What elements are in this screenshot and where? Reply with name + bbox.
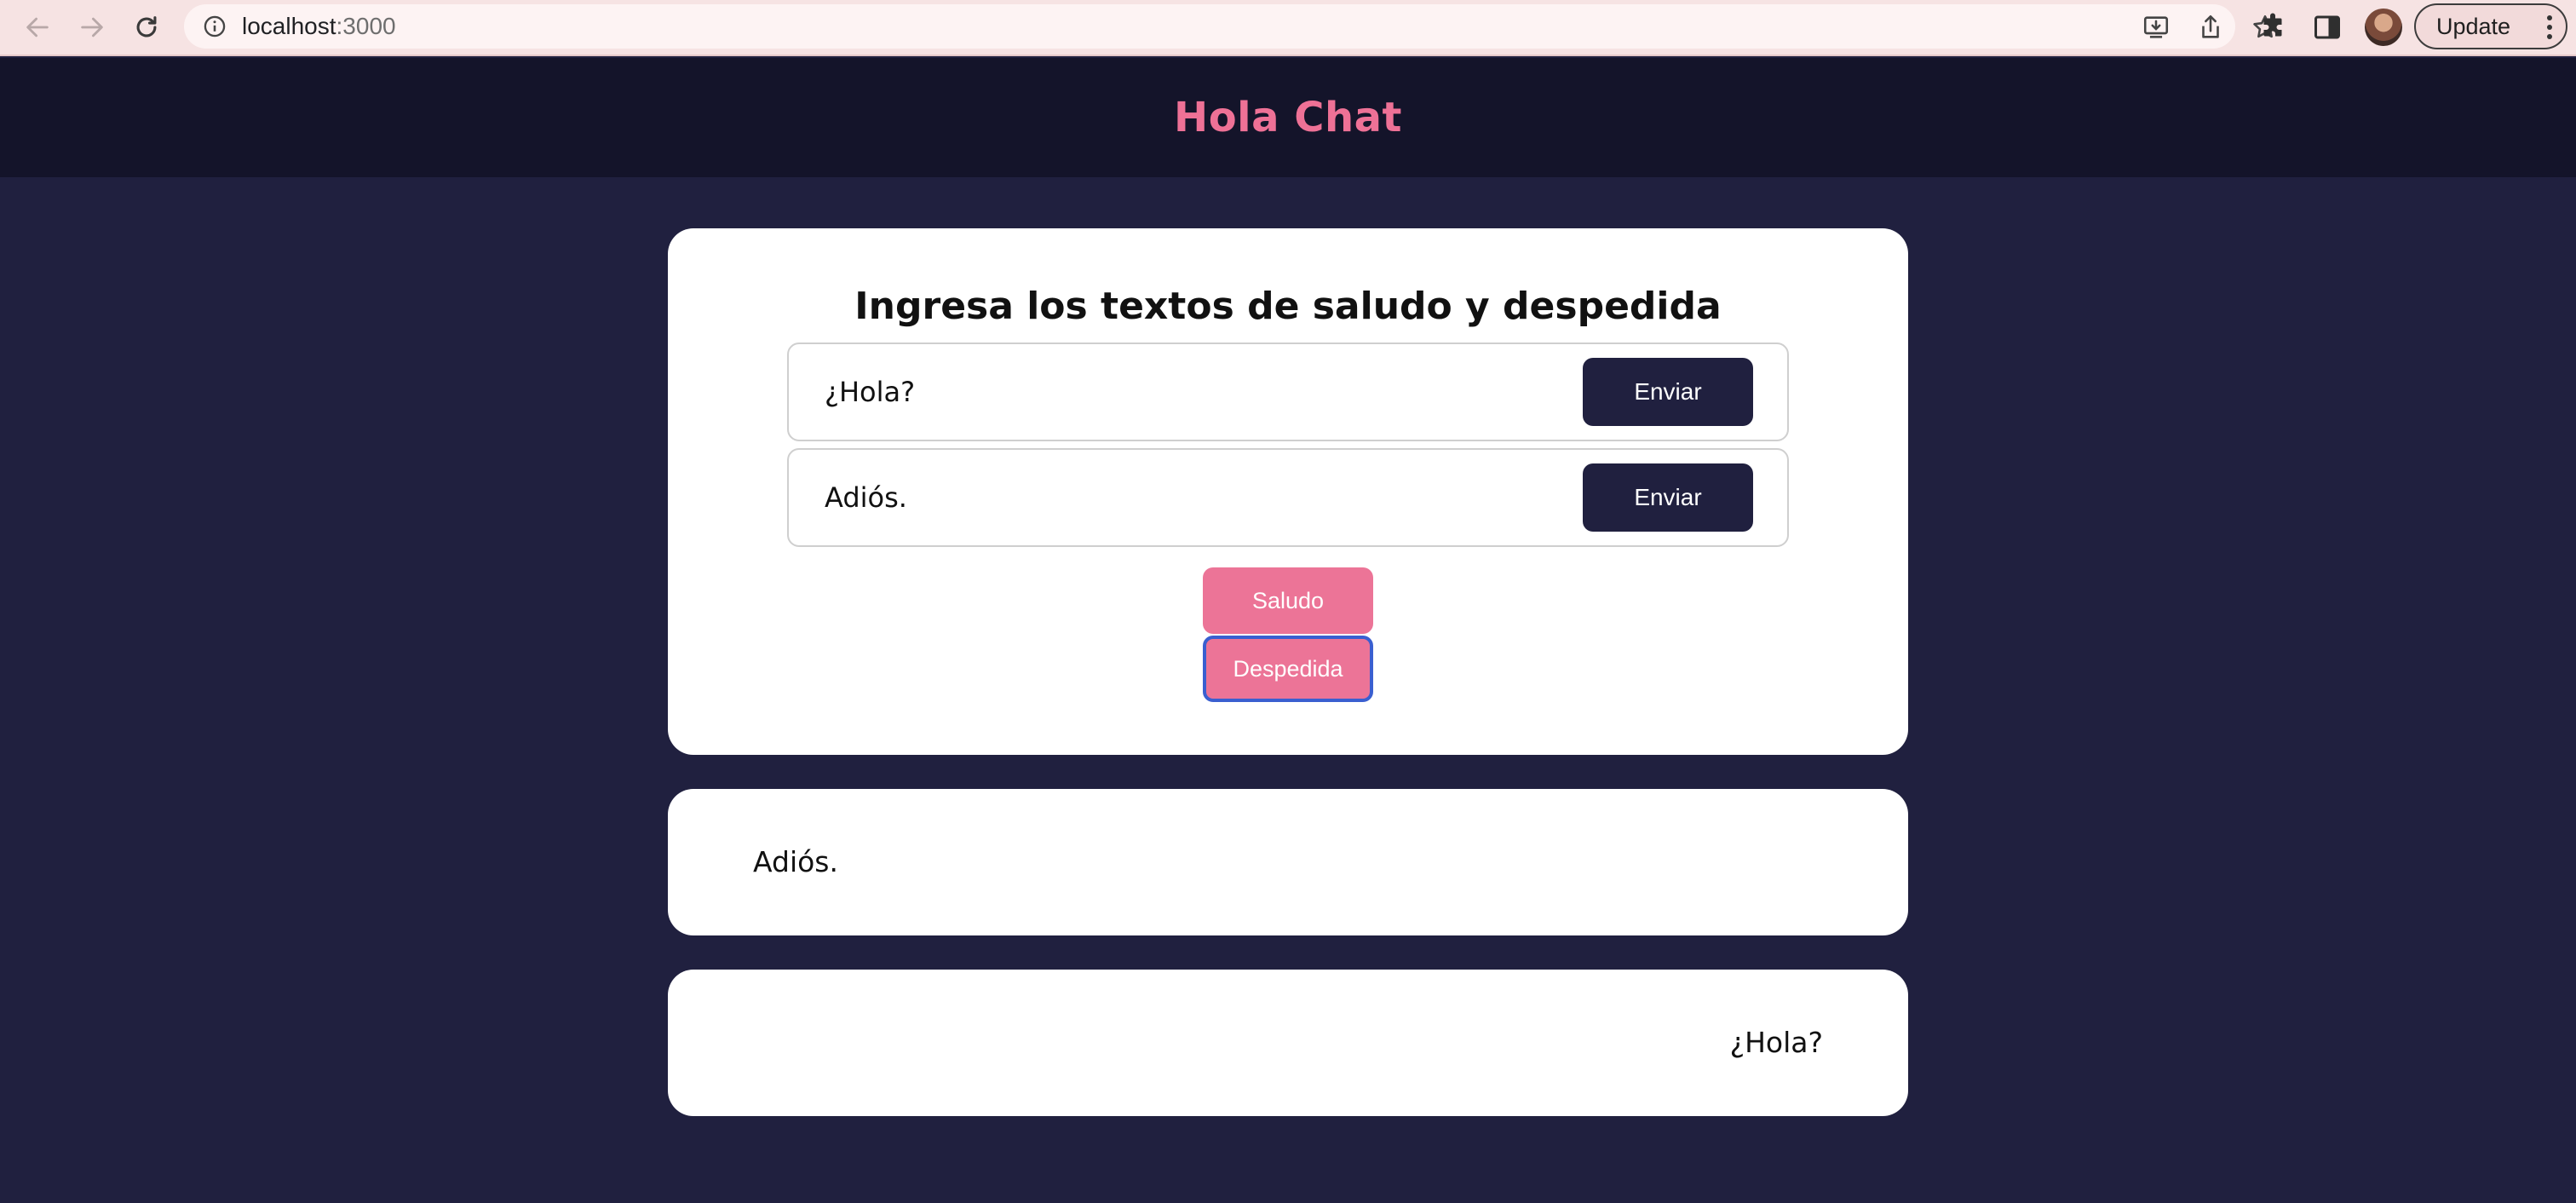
more-menu-icon: [2547, 15, 2552, 39]
message-card: Adiós.: [668, 789, 1908, 935]
url-host: localhost: [242, 13, 336, 39]
update-button[interactable]: Update: [2414, 3, 2567, 49]
extensions-puzzle-icon[interactable]: [2257, 12, 2288, 43]
greeting-form-card: Ingresa los textos de saludo y despedida…: [668, 228, 1908, 755]
side-panel-icon[interactable]: [2312, 12, 2343, 43]
forward-arrow-icon: [81, 17, 103, 37]
reload-button[interactable]: [126, 9, 167, 46]
url-text: localhost:3000: [242, 13, 396, 40]
share-icon[interactable]: [2196, 13, 2225, 42]
send-greeting-button[interactable]: Enviar: [1583, 358, 1753, 426]
message-text: ¿Hola?: [1729, 1026, 1823, 1059]
forward-button[interactable]: [72, 9, 112, 46]
url-port: :3000: [336, 13, 396, 39]
greeting-input-row: Enviar: [787, 342, 1789, 441]
greeting-input[interactable]: [791, 346, 1557, 438]
message-text: Adiós.: [753, 845, 838, 878]
farewell-input-row: Enviar: [787, 448, 1789, 547]
browser-toolbar: localhost:3000 Update: [0, 0, 2576, 56]
saludo-button[interactable]: Saludo: [1203, 567, 1373, 634]
farewell-input[interactable]: [791, 452, 1557, 544]
address-bar[interactable]: localhost:3000: [184, 4, 2277, 49]
back-button[interactable]: [17, 9, 58, 46]
back-arrow-icon: [26, 17, 49, 37]
app-title: Hola Chat: [1174, 94, 1402, 141]
app-header: Hola Chat: [0, 58, 2576, 177]
info-icon[interactable]: [203, 14, 227, 38]
reload-icon: [136, 16, 157, 37]
update-label: Update: [2436, 13, 2511, 39]
despedida-button[interactable]: Despedida: [1203, 636, 1373, 702]
profile-avatar[interactable]: [2365, 9, 2402, 46]
send-farewell-button[interactable]: Enviar: [1583, 463, 1753, 532]
message-card: ¿Hola?: [668, 970, 1908, 1116]
form-heading: Ingresa los textos de saludo y despedida: [854, 285, 1722, 328]
install-app-icon[interactable]: [2142, 13, 2171, 42]
